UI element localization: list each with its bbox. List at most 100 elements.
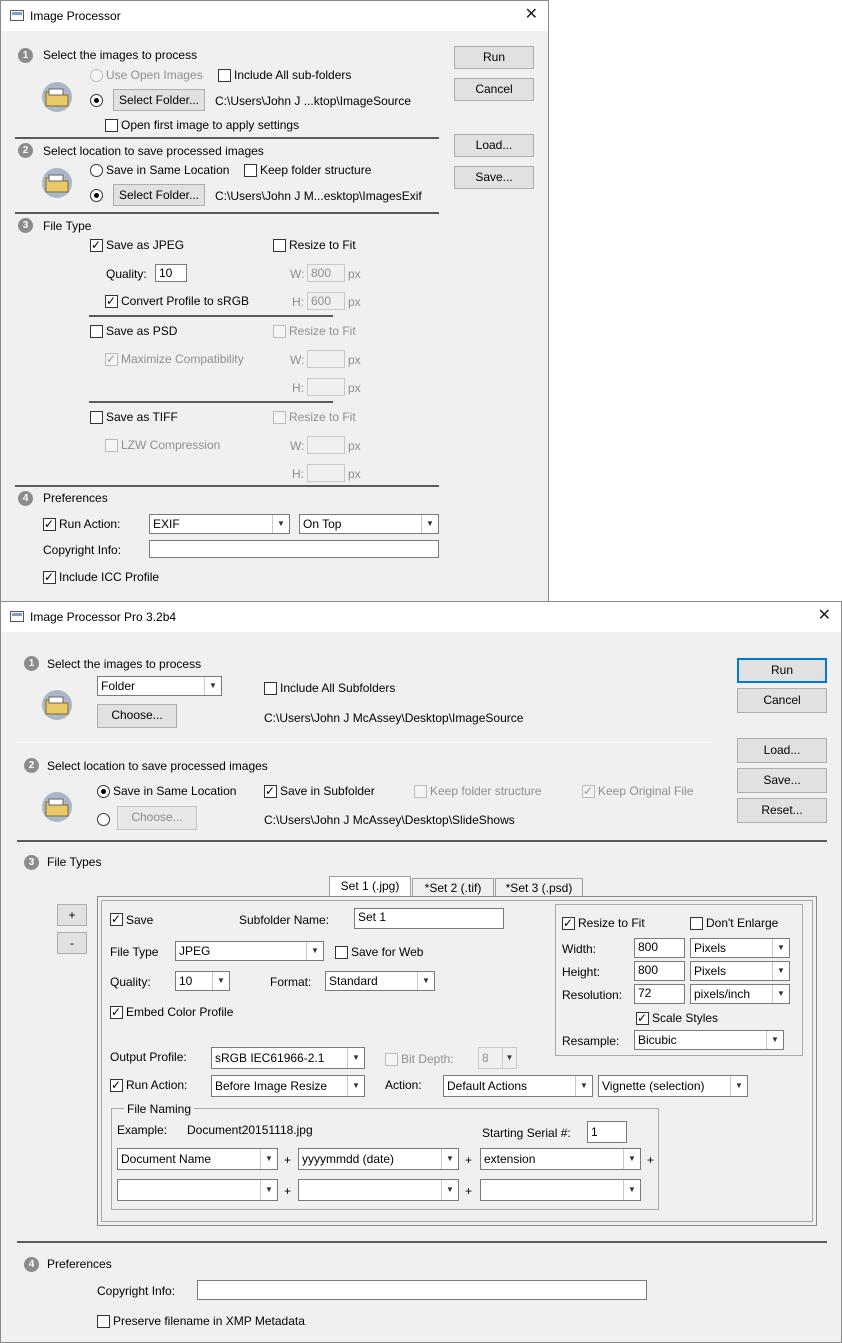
folder-icon [42, 690, 72, 720]
include-subfolders-checkbox[interactable] [218, 69, 231, 82]
save-checkbox[interactable] [110, 912, 123, 926]
select-dest-folder-radio[interactable] [90, 189, 103, 202]
action-dropdown[interactable]: Vignette (selection) ▼ [598, 1075, 748, 1097]
tab-set-1[interactable]: Set 1 (.jpg) [329, 876, 411, 898]
max-compat-checkbox[interactable] [105, 352, 118, 366]
width-unit-value: Pixels [694, 941, 727, 955]
copyright-input[interactable] [149, 540, 439, 558]
px-unit: px [348, 381, 361, 395]
choose-source-button[interactable]: Choose... [97, 704, 177, 728]
source-type-value: Folder [101, 679, 136, 693]
resolution-input[interactable]: 72 [634, 984, 685, 1004]
choose-dest-radio[interactable] [97, 813, 110, 826]
action-dropdown[interactable]: On Top ▼ [299, 514, 439, 534]
preserve-filename-checkbox[interactable] [97, 1315, 110, 1328]
jpeg-resize-checkbox[interactable] [273, 239, 286, 252]
use-open-images-radio[interactable] [90, 69, 103, 82]
psd-height-input[interactable] [307, 378, 345, 396]
load-button[interactable]: Load... [737, 738, 827, 763]
tab-set-3[interactable]: *Set 3 (.psd) [495, 878, 583, 898]
save-jpeg-checkbox[interactable] [90, 238, 103, 252]
tiff-resize-checkbox[interactable] [273, 411, 286, 424]
resample-dropdown[interactable]: Bicubic ▼ [634, 1030, 784, 1050]
lzw-checkbox[interactable] [105, 439, 118, 452]
output-profile-dropdown[interactable]: sRGB IEC61966-2.1 ▼ [211, 1047, 365, 1069]
starting-serial-input[interactable]: 1 [587, 1121, 627, 1143]
run-action-checkbox[interactable] [110, 1078, 123, 1092]
save-psd-checkbox[interactable] [90, 325, 103, 338]
action-set-dropdown[interactable]: EXIF ▼ [149, 514, 290, 534]
scale-styles-checkbox[interactable] [636, 1011, 649, 1025]
load-button[interactable]: Load... [454, 134, 534, 157]
save-for-web-checkbox[interactable] [335, 946, 348, 959]
embed-color-profile-checkbox[interactable] [110, 1005, 123, 1019]
naming-field-4[interactable]: ▼ [117, 1179, 278, 1201]
choose-dest-button[interactable]: Choose... [117, 806, 197, 830]
save-same-location-radio[interactable] [97, 785, 110, 798]
select-dest-folder-button[interactable]: Select Folder... [113, 184, 205, 206]
quality-input[interactable]: 10 [155, 264, 187, 282]
save-settings-button[interactable]: Save... [454, 166, 534, 189]
jpeg-height-input[interactable]: 600 [307, 292, 345, 310]
use-open-images-label: Use Open Images [106, 68, 203, 82]
run-action-checkbox[interactable] [43, 517, 56, 531]
step-3-badge: 3 [24, 855, 39, 870]
height-input[interactable]: 800 [634, 961, 685, 981]
save-settings-button[interactable]: Save... [737, 768, 827, 793]
save-tiff-checkbox[interactable] [90, 411, 103, 424]
select-source-folder-button[interactable]: Select Folder... [113, 89, 205, 111]
quality-label: Quality: [106, 267, 147, 281]
width-input[interactable]: 800 [634, 938, 685, 958]
chevron-down-icon: ▼ [260, 1180, 277, 1200]
action-value: Vignette (selection) [602, 1079, 705, 1093]
remove-set-button[interactable]: - [57, 932, 87, 954]
width-unit-dropdown[interactable]: Pixels ▼ [690, 938, 790, 958]
cancel-button[interactable]: Cancel [454, 78, 534, 101]
tiff-width-input[interactable] [307, 436, 345, 454]
naming-field-2[interactable]: yyyymmdd (date) ▼ [298, 1148, 459, 1170]
psd-resize-checkbox[interactable] [273, 325, 286, 338]
close-icon[interactable]: ✕ [525, 6, 538, 24]
file-type-dropdown[interactable]: JPEG ▼ [175, 941, 324, 961]
psd-width-input[interactable] [307, 350, 345, 368]
jpeg-width-input[interactable]: 800 [307, 264, 345, 282]
run-when-dropdown[interactable]: Before Image Resize ▼ [211, 1075, 365, 1097]
cancel-button[interactable]: Cancel [737, 688, 827, 713]
divider [15, 485, 439, 487]
format-dropdown[interactable]: Standard ▼ [325, 971, 435, 991]
convert-srgb-checkbox[interactable] [105, 294, 118, 308]
bit-depth-dropdown[interactable]: 8 ▼ [478, 1047, 517, 1069]
action-set-dropdown[interactable]: Default Actions ▼ [443, 1075, 593, 1097]
dont-enlarge-checkbox[interactable] [690, 917, 703, 930]
reset-button[interactable]: Reset... [737, 798, 827, 823]
resolution-unit-dropdown[interactable]: pixels/inch ▼ [690, 984, 790, 1004]
resize-to-fit-checkbox[interactable] [562, 916, 575, 930]
subfolder-name-input[interactable]: Set 1 [354, 908, 504, 929]
keep-folder-structure-checkbox[interactable] [244, 164, 257, 177]
add-set-button[interactable]: + [57, 904, 87, 926]
select-folder-radio[interactable] [90, 94, 103, 107]
naming-field-3[interactable]: extension ▼ [480, 1148, 641, 1170]
tab-set-2[interactable]: *Set 2 (.tif) [412, 878, 494, 898]
quality-dropdown[interactable]: 10 ▼ [175, 971, 230, 991]
run-button[interactable]: Run [454, 46, 534, 69]
include-subfolders-checkbox[interactable] [264, 682, 277, 695]
include-icc-checkbox[interactable] [43, 570, 56, 584]
save-same-location-radio[interactable] [90, 164, 103, 177]
format-value: Standard [329, 974, 378, 988]
save-in-subfolder-checkbox[interactable] [264, 784, 277, 798]
source-type-dropdown[interactable]: Folder ▼ [97, 676, 222, 696]
keep-original-checkbox[interactable] [582, 784, 595, 798]
close-icon[interactable]: ✕ [818, 607, 831, 625]
run-button[interactable]: Run [737, 658, 827, 683]
chevron-down-icon: ▼ [772, 962, 789, 980]
tiff-height-input[interactable] [307, 464, 345, 482]
open-first-image-checkbox[interactable] [105, 119, 118, 132]
bit-depth-checkbox[interactable] [385, 1053, 398, 1066]
height-unit-dropdown[interactable]: Pixels ▼ [690, 961, 790, 981]
naming-field-1[interactable]: Document Name ▼ [117, 1148, 278, 1170]
naming-field-5[interactable]: ▼ [298, 1179, 459, 1201]
keep-folder-structure-checkbox[interactable] [414, 785, 427, 798]
naming-field-6[interactable]: ▼ [480, 1179, 641, 1201]
copyright-input[interactable] [197, 1280, 647, 1300]
